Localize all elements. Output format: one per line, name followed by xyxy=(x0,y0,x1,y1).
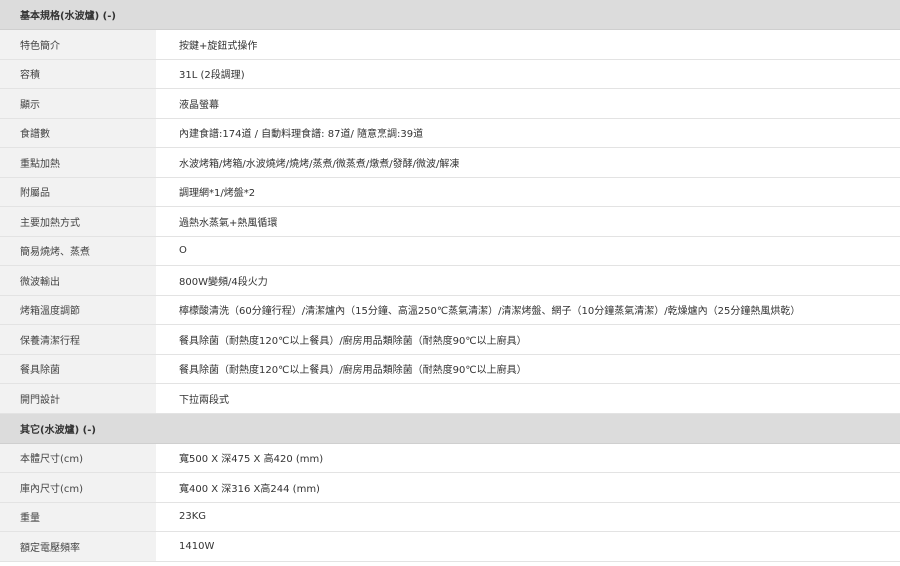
spec-value: 下拉兩段式 xyxy=(156,384,900,413)
spec-row: 特色簡介 按鍵+旋鈕式操作 xyxy=(0,30,900,60)
spec-table: 基本規格(水波爐) (-) 特色簡介 按鍵+旋鈕式操作 容積 31L (2段調理… xyxy=(0,0,900,562)
spec-value: 過熱水蒸氣+熱風循環 xyxy=(156,207,900,236)
spec-value: 內建食譜:174道 / 自動料理食譜: 87道/ 隨意烹調:39道 xyxy=(156,118,900,147)
spec-label: 重點加熱 xyxy=(0,148,156,177)
spec-label: 庫內尺寸(cm) xyxy=(0,473,156,502)
spec-value: 餐具除菌（耐熱度120℃以上餐具）/廚房用品類除菌（耐熱度90℃以上廚具） xyxy=(156,325,900,354)
spec-label: 烤箱溫度調節 xyxy=(0,295,156,324)
spec-row: 容積 31L (2段調理) xyxy=(0,59,900,89)
spec-row: 主要加熱方式 過熱水蒸氣+熱風循環 xyxy=(0,207,900,237)
spec-label: 額定電壓頻率 xyxy=(0,532,156,561)
spec-label: 容積 xyxy=(0,59,156,88)
section-header-basic: 基本規格(水波爐) (-) xyxy=(0,0,900,30)
spec-label: 本體尺寸(cm) xyxy=(0,443,156,472)
spec-row: 額定電壓頻率 1410W xyxy=(0,532,900,562)
spec-row: 保養清潔行程 餐具除菌（耐熱度120℃以上餐具）/廚房用品類除菌（耐熱度90℃以… xyxy=(0,325,900,355)
spec-label: 特色簡介 xyxy=(0,30,156,59)
spec-label: 開門設計 xyxy=(0,384,156,413)
spec-row: 微波輸出 800W變頻/4段火力 xyxy=(0,266,900,296)
spec-value: 寬500 X 深475 X 高420 (mm) xyxy=(156,443,900,472)
spec-row: 重點加熱 水波烤箱/烤箱/水波燒烤/燒烤/蒸煮/微蒸煮/燉煮/發酵/微波/解凍 xyxy=(0,148,900,178)
spec-row: 重量 23KG xyxy=(0,502,900,532)
spec-row: 顯示 液晶螢幕 xyxy=(0,89,900,119)
spec-value: 檸檬酸清洗（60分鐘行程）/清潔爐內（15分鐘、高溫250℃蒸氣清潔）/清潔烤盤… xyxy=(156,295,900,324)
spec-row: 簡易燒烤、蒸煮 O xyxy=(0,236,900,266)
spec-value: 23KG xyxy=(156,502,900,531)
spec-row: 庫內尺寸(cm) 寬400 X 深316 X高244 (mm) xyxy=(0,473,900,503)
spec-label: 餐具除菌 xyxy=(0,354,156,383)
spec-row: 餐具除菌 餐具除菌（耐熱度120℃以上餐具）/廚房用品類除菌（耐熱度90℃以上廚… xyxy=(0,354,900,384)
section-header-other: 其它(水波爐) (-) xyxy=(0,413,900,444)
spec-label: 食譜數 xyxy=(0,118,156,147)
spec-value: 按鍵+旋鈕式操作 xyxy=(156,30,900,59)
spec-label: 主要加熱方式 xyxy=(0,207,156,236)
spec-label: 顯示 xyxy=(0,89,156,118)
spec-value: 水波烤箱/烤箱/水波燒烤/燒烤/蒸煮/微蒸煮/燉煮/發酵/微波/解凍 xyxy=(156,148,900,177)
spec-value: 1410W xyxy=(156,532,900,561)
spec-label: 附屬品 xyxy=(0,177,156,206)
spec-value: 液晶螢幕 xyxy=(156,89,900,118)
spec-label: 微波輸出 xyxy=(0,266,156,295)
spec-value: 餐具除菌（耐熱度120℃以上餐具）/廚房用品類除菌（耐熱度90℃以上廚具） xyxy=(156,354,900,383)
spec-label: 重量 xyxy=(0,502,156,531)
spec-row: 附屬品 調理網*1/烤盤*2 xyxy=(0,177,900,207)
spec-value: 31L (2段調理) xyxy=(156,59,900,88)
spec-value: 寬400 X 深316 X高244 (mm) xyxy=(156,473,900,502)
spec-row: 本體尺寸(cm) 寬500 X 深475 X 高420 (mm) xyxy=(0,443,900,473)
spec-row: 食譜數 內建食譜:174道 / 自動料理食譜: 87道/ 隨意烹調:39道 xyxy=(0,118,900,148)
spec-row: 開門設計 下拉兩段式 xyxy=(0,384,900,414)
spec-row: 烤箱溫度調節 檸檬酸清洗（60分鐘行程）/清潔爐內（15分鐘、高溫250℃蒸氣清… xyxy=(0,295,900,325)
spec-label: 簡易燒烤、蒸煮 xyxy=(0,236,156,265)
spec-value: 調理網*1/烤盤*2 xyxy=(156,177,900,206)
spec-value: 800W變頻/4段火力 xyxy=(156,266,900,295)
spec-value: O xyxy=(156,236,900,265)
spec-label: 保養清潔行程 xyxy=(0,325,156,354)
